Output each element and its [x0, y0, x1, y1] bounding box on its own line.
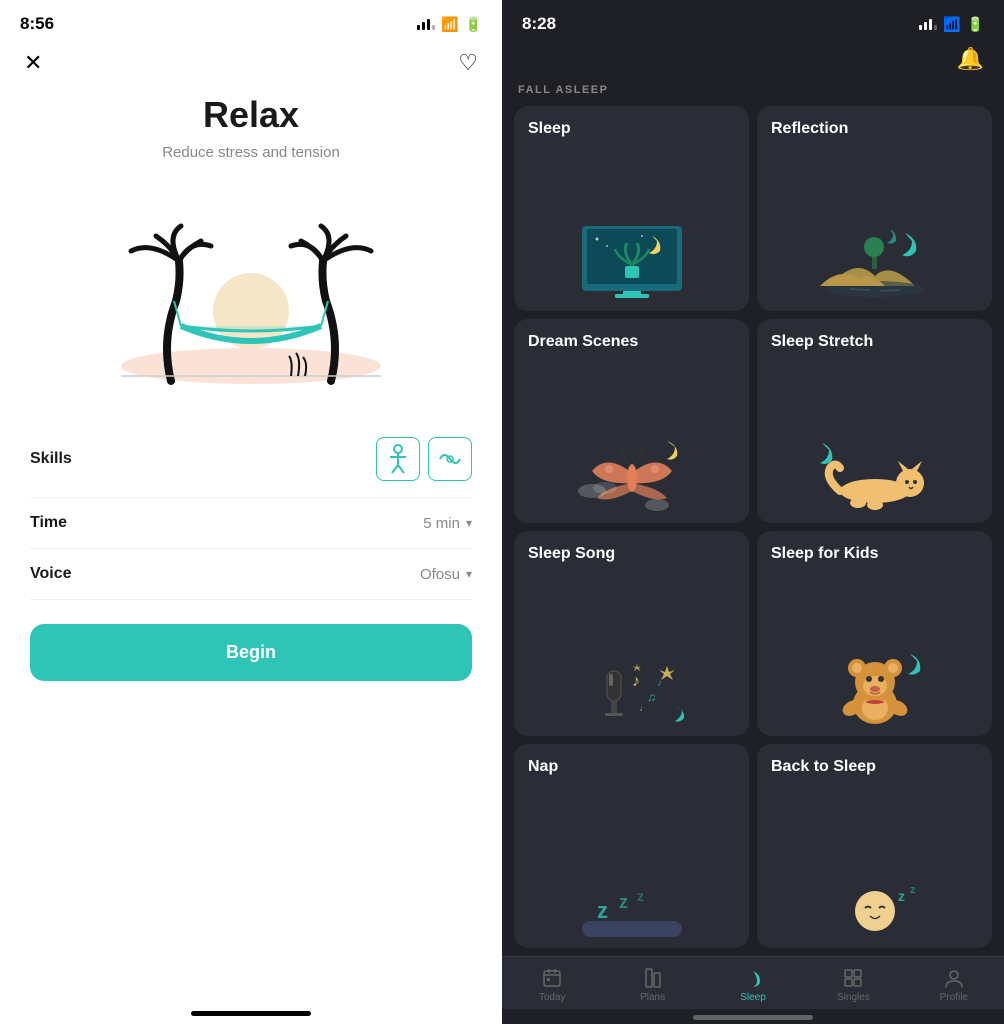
tab-today[interactable]: Today [502, 967, 602, 1003]
sleep-grid: Sleep [502, 106, 1004, 956]
tab-bar: Today Plans Sleep Singles [502, 956, 1004, 1009]
close-button[interactable]: ✕ [24, 50, 42, 76]
time-label: Time [30, 514, 67, 532]
section-label: FALL ASLEEP [502, 80, 1004, 106]
today-icon [541, 967, 563, 989]
sleep-stretch-card[interactable]: Sleep Stretch [757, 319, 992, 524]
tab-sleep[interactable]: Sleep [703, 967, 803, 1003]
svg-text:z: z [910, 884, 916, 896]
battery-icon: 🔋 [465, 16, 482, 33]
singles-icon [842, 967, 864, 989]
svg-text:z: z [898, 888, 905, 904]
plans-icon [642, 967, 664, 989]
dream-scenes-illustration [528, 357, 735, 514]
sleep-song-card[interactable]: Sleep Song ♪ ♫ ♩ ♪ [514, 531, 749, 736]
dream-scenes-card[interactable]: Dream Scenes [514, 319, 749, 524]
back-to-sleep-card[interactable]: Back to Sleep z z [757, 744, 992, 949]
page-subtitle: Reduce stress and tension [162, 144, 340, 161]
voice-label: Voice [30, 565, 72, 583]
relax-illustration [91, 181, 411, 401]
skills-icons [376, 437, 472, 481]
sleep-stretch-illustration [771, 357, 978, 514]
tab-singles-label: Singles [837, 992, 870, 1003]
skills-row: Skills [30, 421, 472, 498]
svg-text:♪: ♪ [632, 673, 640, 690]
time-value[interactable]: 5 min ▾ [423, 515, 472, 532]
sleep-illustration [528, 144, 735, 301]
nap-card[interactable]: Nap z z z [514, 744, 749, 949]
tab-profile[interactable]: Profile [904, 967, 1004, 1003]
reflection-card[interactable]: Reflection [757, 106, 992, 311]
svg-text:z: z [619, 892, 628, 912]
begin-button[interactable]: Begin [30, 624, 472, 681]
tab-plans[interactable]: Plans [602, 967, 702, 1003]
right-signal-icon [919, 19, 937, 30]
skills-label: Skills [30, 450, 72, 468]
left-content: Relax Reduce stress and tension [0, 84, 502, 1001]
home-indicator [191, 1011, 311, 1016]
sleep-card-title: Sleep [528, 120, 735, 138]
left-time: 8:56 [20, 14, 54, 34]
nap-illustration: z z z [528, 782, 735, 939]
time-chevron: ▾ [466, 516, 472, 530]
right-header: 🔔 [502, 42, 1004, 80]
skill-body-icon [376, 437, 420, 481]
right-home-indicator [693, 1015, 813, 1020]
voice-value[interactable]: Ofosu ▾ [420, 566, 472, 583]
dream-scenes-card-title: Dream Scenes [528, 333, 735, 351]
nap-card-title: Nap [528, 758, 735, 776]
sleep-card[interactable]: Sleep [514, 106, 749, 311]
signal-icon [417, 19, 435, 30]
left-nav: ✕ ♡ [0, 42, 502, 84]
back-to-sleep-illustration: z z [771, 782, 978, 939]
skill-breath-icon [428, 437, 472, 481]
back-to-sleep-card-title: Back to Sleep [771, 758, 978, 776]
left-status-icons: 📶 🔋 [417, 16, 482, 33]
wifi-icon: 📶 [441, 16, 458, 33]
right-wifi-icon: 📶 [943, 16, 960, 33]
notification-bell-icon[interactable]: 🔔 [957, 46, 984, 72]
tab-singles[interactable]: Singles [803, 967, 903, 1003]
tab-today-label: Today [539, 992, 566, 1003]
reflection-card-title: Reflection [771, 120, 978, 138]
right-panel: 8:28 📶 🔋 🔔 FALL ASLEEP Sleep [502, 0, 1004, 1024]
right-battery-icon: 🔋 [967, 16, 984, 33]
sleep-for-kids-card-title: Sleep for Kids [771, 545, 978, 563]
svg-text:♫: ♫ [647, 690, 656, 704]
right-status-icons: 📶 🔋 [919, 16, 984, 33]
tab-plans-label: Plans [640, 992, 665, 1003]
sleep-tab-icon [742, 967, 764, 989]
sleep-for-kids-card[interactable]: Sleep for Kids [757, 531, 992, 736]
voice-chevron: ▾ [466, 567, 472, 581]
left-status-bar: 8:56 📶 🔋 [0, 0, 502, 42]
sleep-song-illustration: ♪ ♫ ♩ ♪ [528, 569, 735, 726]
reflection-illustration [771, 144, 978, 301]
favorite-button[interactable]: ♡ [458, 50, 478, 76]
svg-text:z: z [597, 898, 608, 923]
page-title: Relax [203, 94, 299, 136]
sleep-stretch-card-title: Sleep Stretch [771, 333, 978, 351]
right-status-bar: 8:28 📶 🔋 [502, 0, 1004, 42]
left-panel: 8:56 📶 🔋 ✕ ♡ Relax Reduce stress and ten… [0, 0, 502, 1024]
svg-text:♩: ♩ [639, 703, 649, 714]
profile-icon [943, 967, 965, 989]
right-time: 8:28 [522, 14, 556, 34]
tab-profile-label: Profile [940, 992, 968, 1003]
sleep-song-card-title: Sleep Song [528, 545, 735, 563]
tab-sleep-label: Sleep [740, 992, 766, 1003]
svg-text:z: z [637, 888, 644, 904]
voice-row[interactable]: Voice Ofosu ▾ [30, 549, 472, 600]
sleep-for-kids-illustration [771, 569, 978, 726]
time-row[interactable]: Time 5 min ▾ [30, 498, 472, 549]
